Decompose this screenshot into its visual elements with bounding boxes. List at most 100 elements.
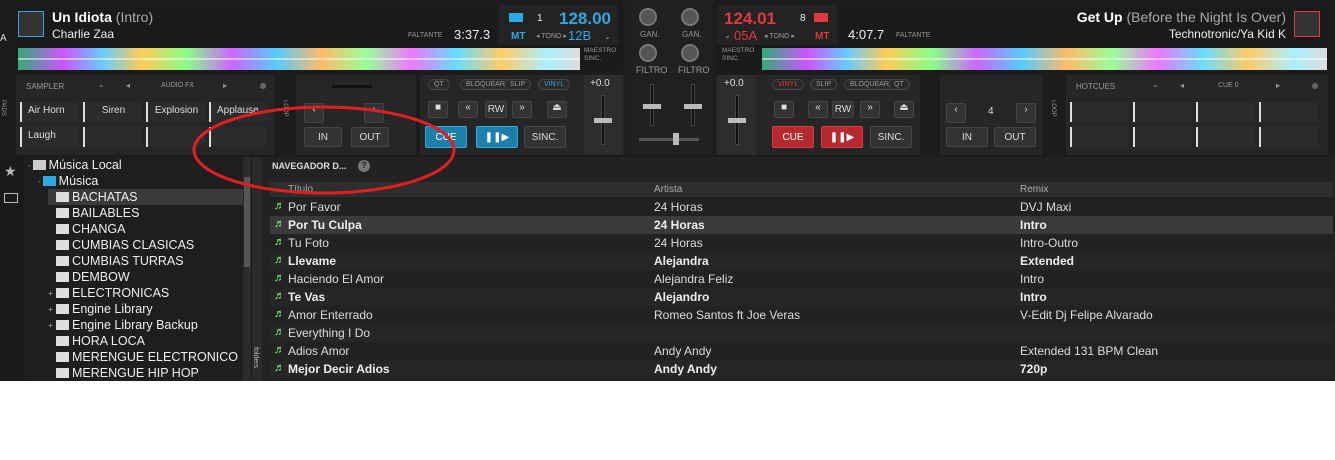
play-pause-button[interactable]: ❚❚▶ bbox=[476, 126, 518, 148]
pad-empty[interactable] bbox=[83, 127, 142, 147]
deck-layout-icon[interactable] bbox=[814, 13, 828, 22]
chevron-down-icon[interactable]: ⌄ bbox=[604, 32, 611, 41]
hotcue-pad[interactable] bbox=[1070, 102, 1129, 122]
crossfader-handle[interactable] bbox=[673, 133, 679, 145]
tree-node-folder[interactable]: + Engine Library bbox=[48, 301, 248, 317]
pad-laugh[interactable]: Laugh bbox=[20, 127, 79, 147]
mt-button[interactable]: MT bbox=[815, 31, 829, 42]
rw-button[interactable]: RW bbox=[485, 101, 507, 118]
play-pause-button[interactable]: ❚❚▶ bbox=[821, 126, 863, 148]
eject-icon[interactable]: ⏏ bbox=[894, 101, 914, 118]
pitch-handle[interactable] bbox=[728, 118, 746, 123]
sync-button[interactable]: SINC. bbox=[524, 126, 566, 148]
table-row[interactable]: ♬ Por Favor 24 Horas DVJ Maxi bbox=[270, 198, 1333, 216]
pad-air-horn[interactable]: Air Horn bbox=[20, 102, 79, 122]
deck-logo bbox=[18, 11, 44, 37]
vinyl-button[interactable]: VINYL bbox=[772, 79, 805, 90]
table-row[interactable]: ♬ Mejor Decir Adios Andy Andy 720p bbox=[270, 360, 1333, 378]
tree-node-folder[interactable]: BAILABLES bbox=[48, 205, 248, 221]
rewind-icon[interactable]: « bbox=[458, 101, 478, 118]
mt-button[interactable]: MT bbox=[511, 31, 525, 42]
deck-layout-icon[interactable] bbox=[509, 13, 523, 22]
hotcue-pad[interactable] bbox=[1196, 102, 1255, 122]
power-icon[interactable] bbox=[260, 83, 266, 89]
hotcues-select[interactable]: HOTCUES bbox=[1076, 82, 1115, 91]
waveform[interactable] bbox=[762, 48, 1327, 70]
pitch-display: +0.0 bbox=[724, 78, 744, 89]
waveform[interactable] bbox=[18, 48, 580, 70]
rw-button[interactable]: RW bbox=[832, 101, 854, 118]
hotcue-pad[interactable] bbox=[1259, 127, 1318, 147]
sync-button[interactable]: SINC. bbox=[870, 126, 912, 148]
crossfader[interactable] bbox=[639, 138, 699, 141]
slip-button[interactable]: SLIP bbox=[810, 79, 838, 90]
pad-siren[interactable]: Siren bbox=[83, 102, 142, 122]
drive-icon[interactable] bbox=[4, 193, 18, 203]
tree-node-folder[interactable]: + Engine Library Backup bbox=[48, 317, 248, 333]
loop-next-button[interactable]: › bbox=[1016, 103, 1036, 123]
table-row[interactable]: ♬ Adios Amor Andy Andy Extended 131 BPM Cle… bbox=[270, 342, 1333, 360]
table-row[interactable]: ♬ Amor Enterrado Romeo Santos ft Joe Veras… bbox=[270, 306, 1333, 324]
table-row[interactable]: ♬ Everything I Do bbox=[270, 324, 1333, 342]
tree-node-folder[interactable]: CUMBIAS CLASICAS bbox=[48, 237, 248, 253]
tree-node-folder[interactable]: CHANGA bbox=[48, 221, 248, 237]
loop-size[interactable]: 4 bbox=[988, 106, 994, 117]
tree-node-folder[interactable]: MERENGUE ELECTRONICO bbox=[48, 349, 248, 365]
next-icon[interactable]: ▸ bbox=[223, 81, 227, 90]
star-icon[interactable]: ★ bbox=[4, 163, 17, 180]
chevron-down-icon[interactable]: ⌄ bbox=[98, 80, 105, 89]
master-sync[interactable]: MAESTRO SINC. bbox=[584, 47, 616, 63]
loop-out-button[interactable]: OUT bbox=[994, 127, 1036, 147]
tree-node-music[interactable]: - Música bbox=[38, 173, 98, 189]
gain-knob-left[interactable] bbox=[639, 8, 657, 26]
key-display[interactable]: 05A bbox=[734, 28, 757, 43]
volume-handle-right[interactable] bbox=[684, 104, 702, 109]
pitch-handle[interactable] bbox=[594, 118, 612, 123]
chevron-down-icon[interactable]: ⌄ bbox=[724, 31, 731, 40]
table-row[interactable]: ♬ Tu Foto 24 Horas Intro-Outro bbox=[270, 234, 1333, 252]
chevron-down-icon[interactable]: ⌄ bbox=[1152, 80, 1159, 89]
master-sync[interactable]: MAESTRO SINC. bbox=[722, 47, 754, 63]
hotcue-pad[interactable] bbox=[1133, 127, 1192, 147]
hotcue-pad[interactable] bbox=[1133, 102, 1192, 122]
filter-knob-left[interactable] bbox=[639, 44, 657, 62]
power-icon[interactable] bbox=[1312, 83, 1318, 89]
loop-in-button[interactable]: IN bbox=[946, 127, 988, 147]
tree-node-folder[interactable]: HORA LOCA bbox=[48, 333, 248, 349]
prev-icon[interactable]: ◂ bbox=[1180, 81, 1184, 90]
tree-node-folder[interactable]: + ELECTRONICAS bbox=[48, 285, 248, 301]
table-row[interactable]: ♬ Por Tu Culpa 24 Horas Intro bbox=[270, 216, 1333, 234]
hotcue-pad[interactable] bbox=[1259, 102, 1318, 122]
forward-icon[interactable]: » bbox=[512, 101, 532, 118]
cue-button[interactable]: CUE bbox=[772, 126, 814, 148]
column-artist[interactable]: Artista bbox=[654, 184, 682, 195]
tree-node-folder[interactable]: CUMBIAS TURRAS bbox=[48, 253, 248, 269]
bpm-display[interactable]: 128.00 bbox=[559, 9, 611, 29]
sampler-select[interactable]: SAMPLER bbox=[26, 82, 64, 91]
table-row[interactable]: ♬ Haciendo El Amor Alejandra Feliz Intro bbox=[270, 270, 1333, 288]
tree-node-folder[interactable]: DEMBOW bbox=[48, 269, 248, 285]
prev-icon[interactable]: ◂ bbox=[126, 81, 130, 90]
key-display[interactable]: 12B bbox=[568, 28, 591, 43]
table-row[interactable]: ♬ Te Vas Alejandro Intro bbox=[270, 288, 1333, 306]
hotcue-pad[interactable] bbox=[1070, 127, 1129, 147]
gain-knob-right[interactable] bbox=[681, 8, 699, 26]
forward-icon[interactable]: » bbox=[860, 101, 880, 118]
filter-knob-right[interactable] bbox=[681, 44, 699, 62]
next-icon[interactable]: ▸ bbox=[1276, 81, 1280, 90]
eject-icon[interactable]: ⏏ bbox=[547, 101, 567, 118]
qt-button[interactable]: QT bbox=[428, 79, 450, 90]
volume-handle-left[interactable] bbox=[643, 104, 661, 109]
loop-prev-button[interactable]: ‹ bbox=[946, 103, 966, 123]
qt-button[interactable]: QT bbox=[888, 79, 910, 90]
rewind-icon[interactable]: « bbox=[808, 101, 828, 118]
slip-button[interactable]: SLIP bbox=[504, 79, 532, 90]
column-remix[interactable]: Remix bbox=[1020, 184, 1048, 195]
stop-button[interactable]: ■ bbox=[774, 101, 794, 118]
tree-node-local-music[interactable]: - Música Local bbox=[28, 157, 122, 173]
bpm-display[interactable]: 124.01 bbox=[724, 9, 776, 29]
hotcue-pad[interactable] bbox=[1196, 127, 1255, 147]
tree-node-folder[interactable]: MERENGUE HIP HOP bbox=[48, 365, 248, 381]
table-row[interactable]: ♬ Llevame Alejandra Extended bbox=[270, 252, 1333, 270]
vinyl-button[interactable]: VINYL bbox=[538, 79, 571, 90]
